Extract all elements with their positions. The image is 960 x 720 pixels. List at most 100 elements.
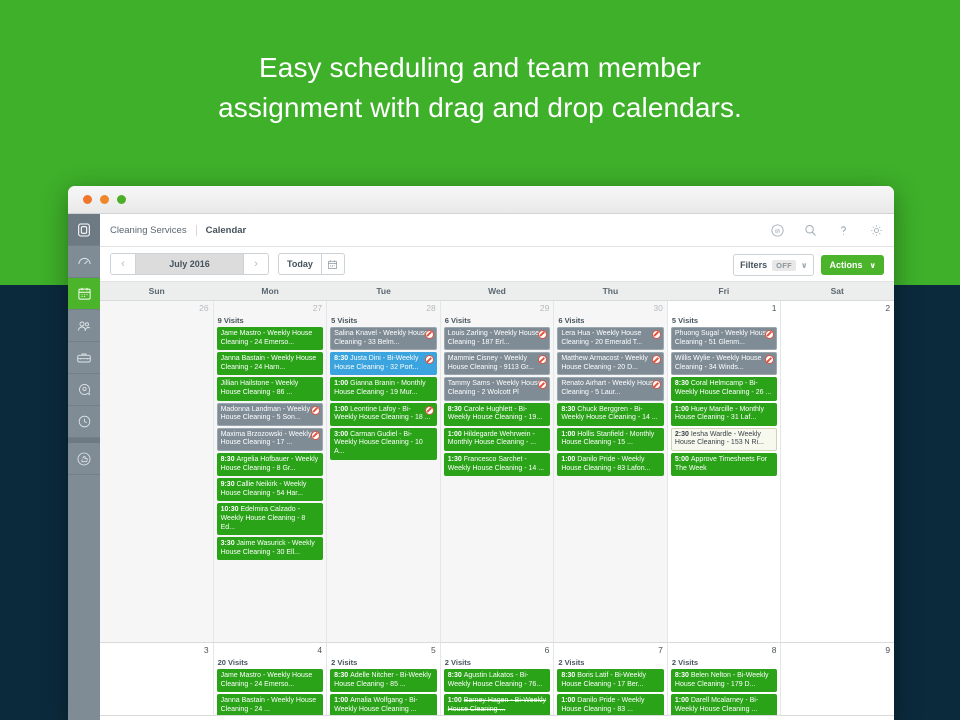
day-cell[interactable]: 8 2 Visits 8:30 Belen Nelton - Bi-Weekly H…	[667, 643, 782, 715]
calendar-event[interactable]: Jame Mastro - Weekly House Cleaning - 24…	[216, 327, 324, 351]
calendar-event[interactable]: 8:30 Chuck Berggren - Bi-Weekly House Cl…	[557, 402, 664, 426]
event-title: Madonna Landman - Weekly House Cleaning …	[220, 405, 310, 422]
calendar-event[interactable]: Madonna Landman - Weekly House Cleaning …	[216, 402, 324, 426]
filters-dropdown[interactable]: Filters OFF ∨	[733, 254, 815, 276]
visit-count-label: 2 Visits	[444, 658, 471, 667]
calendar-event[interactable]: 1:00 Gianna Branin - Monthly House Clean…	[330, 377, 437, 401]
day-cell[interactable]: 1 5 Visits Phuong Sugal - Weekly House Cle…	[667, 301, 782, 642]
calendar-event[interactable]: 1:00 Danilo Pride - Weekly House Cleanin…	[557, 694, 664, 715]
calendar-event[interactable]: Janna Bastain - Weekly House Cleaning - …	[216, 694, 324, 715]
calendar-event[interactable]: 8:30 Argelia Hofbauer - Weekly House Cle…	[216, 452, 324, 477]
calendar-event[interactable]: 2:30 Iesha Wardle - Weekly House Cleanin…	[670, 427, 778, 451]
visit-count-label: 6 Visits	[444, 316, 471, 325]
event-time: 3:00	[334, 430, 351, 438]
day-cell[interactable]: 5 2 Visits 8:30 Adelle Nitcher - Bi-Weekly…	[327, 643, 441, 715]
calendar-event[interactable]: Jillian Hailstone - Weekly House Cleanin…	[216, 377, 324, 401]
calendar-event[interactable]: 8:30 Boris Latif - Bi-Weekly House Clean…	[557, 669, 664, 693]
calendar-event[interactable]: 1:00 Hildegarde Wehrwein - Monthly House…	[443, 427, 551, 451]
day-cell[interactable]: 3	[100, 643, 214, 715]
calendar-event[interactable]: 8:30 Belen Nelton - Bi-Weekly House Clea…	[670, 669, 778, 693]
sidebar-item-reviews[interactable]	[68, 443, 100, 475]
event-time: 8:30	[674, 672, 691, 679]
window-minimize-button[interactable]	[100, 195, 109, 204]
day-cell[interactable]: 6 2 Visits 8:30 Agustin Lakatos - Bi-Weekl…	[440, 643, 555, 715]
calendar-event[interactable]: Renato Airhart - Weekly House Cleaning -…	[557, 377, 664, 401]
day-cell[interactable]: 7 2 Visits 8:30 Boris Latif - Bi-Weekly Ho…	[554, 643, 668, 715]
chevron-down-icon: ∨	[869, 260, 877, 270]
sidebar-item-calendar[interactable]	[68, 278, 100, 310]
sidebar-item-logo[interactable]	[68, 214, 100, 246]
headline-line-1: Easy scheduling and team member	[259, 52, 701, 83]
sidebar-item-time-tracking[interactable]	[68, 406, 100, 438]
search-icon[interactable]	[803, 223, 818, 238]
breadcrumb-page[interactable]: Calendar	[197, 225, 247, 236]
calendar-event[interactable]: 8:30 Agustin Lakatos - Bi-Weekly House C…	[443, 669, 551, 693]
event-time: 8:30	[561, 405, 578, 413]
day-number: 4	[317, 645, 323, 655]
app-window: Cleaning Services Calendar qb ‹ July 201…	[68, 186, 894, 720]
sidebar-item-customers[interactable]	[68, 310, 100, 342]
day-cell[interactable]: 27 9 Visits Jame Mastro - Weekly House Cle…	[213, 301, 328, 642]
window-close-button[interactable]	[83, 195, 92, 204]
calendar-event[interactable]: 3:00 Carman Gudiel - Bi-Weekly House Cle…	[330, 427, 437, 460]
day-cell[interactable]: 2	[781, 301, 894, 642]
event-title: Renato Airhart - Weekly House Cleaning -…	[561, 380, 658, 396]
calendar-event[interactable]: Willis Wylie - Weekly House Cleaning - 3…	[670, 352, 778, 376]
quickbooks-icon[interactable]: qb	[770, 223, 785, 238]
day-cell[interactable]: 29 6 Visits Louis Zarling - Weekly House C…	[440, 301, 555, 642]
calendar-event[interactable]: 1:00 Amalia Wolfgang - Bi-Weekly House C…	[330, 694, 437, 715]
sidebar-item-messages[interactable]	[68, 374, 100, 406]
calendar-event[interactable]: 8:30 Coral Helmcamp - Bi-Weekly House Cl…	[670, 377, 778, 401]
day-number: 9	[885, 645, 891, 655]
current-period-label[interactable]: July 2016	[135, 254, 244, 274]
calendar-event[interactable]: 1:00 Hollis Stanfield - Monthly House Cl…	[557, 427, 664, 451]
calendar-event[interactable]: Phuong Sugal - Weekly House Cleaning - 5…	[670, 327, 778, 351]
next-period-button[interactable]: ›	[244, 254, 268, 274]
event-time: 1:00	[334, 697, 351, 705]
calendar-event[interactable]: 8:30 Justa Dini - Bi-Weekly House Cleani…	[330, 352, 437, 376]
day-number: 1	[771, 303, 777, 313]
day-cell[interactable]: 26	[100, 301, 214, 642]
calendar-toolbar: ‹ July 2016 › Today Filters OFF ∨ Action…	[100, 247, 894, 282]
calendar-event[interactable]: Salina Knavel - Weekly House Cleaning - …	[330, 327, 437, 351]
calendar-event[interactable]: 5:00 Approve Timesheets For The Week	[670, 452, 778, 477]
day-cell[interactable]: 28 5 Visits Salina Knavel - Weekly House C…	[327, 301, 441, 642]
day-cell[interactable]: 4 20 Visits Jame Mastro - Weekly House Cle…	[213, 643, 328, 715]
calendar-picker-icon[interactable]	[321, 253, 345, 275]
actions-button[interactable]: Actions ∨	[821, 255, 884, 275]
settings-gear-icon[interactable]	[869, 223, 884, 238]
calendar-event[interactable]: Louis Zarling - Weekly House Cleaning - …	[443, 327, 551, 351]
day-cell[interactable]: 9	[781, 643, 894, 715]
sidebar-item-jobs[interactable]	[68, 342, 100, 374]
calendar-event[interactable]: 1:00 Danilo Pride - Weekly House Cleanin…	[557, 452, 664, 477]
calendar-event[interactable]: Janna Bastain - Weekly House Cleaning - …	[216, 352, 324, 376]
calendar-event[interactable]: Maxima Brzozowski - Weekly House Cleanin…	[216, 427, 324, 451]
calendar-event[interactable]: Matthew Armacost - Weekly House Cleaning…	[557, 352, 664, 376]
prev-period-button[interactable]: ‹	[111, 254, 135, 274]
today-button[interactable]: Today	[278, 253, 322, 275]
sidebar-item-dashboard[interactable]	[68, 246, 100, 278]
help-icon[interactable]	[836, 223, 851, 238]
calendar-event[interactable]: Mammie Cisney - Weekly House Cleaning - …	[443, 352, 551, 376]
calendar-event[interactable]: 1:00 Huey Marcille - Monthly House Clean…	[670, 402, 778, 426]
calendar-event[interactable]: 8:30 Adelle Nitcher - Bi-Weekly House Cl…	[330, 669, 437, 693]
unassigned-warning-icon	[424, 330, 434, 339]
calendar-event[interactable]: Tammy Sams - Weekly House Cleaning - 2 W…	[443, 377, 551, 401]
calendar-event[interactable]: 9:30 Callie Neikirk - Weekly House Clean…	[216, 478, 324, 502]
calendar-event[interactable]: Jame Mastro - Weekly House Cleaning - 24…	[216, 669, 324, 693]
calendar-event[interactable]: Lera Hua - Weekly House Cleaning - 20 Em…	[557, 327, 664, 351]
calendar-event[interactable]: 1:00 Darell Mcalarney - Bi-Weekly House …	[670, 694, 778, 715]
calendar-event[interactable]: 10:30 Edelmira Calzado - Weekly House Cl…	[216, 503, 324, 536]
window-titlebar	[68, 186, 894, 214]
event-list	[781, 314, 894, 642]
calendar-event[interactable]: 1:00 Leontine Lafoy - Bi-Weekly House Cl…	[330, 402, 437, 426]
day-header-tue: Tue	[376, 286, 391, 296]
event-list: Jame Mastro - Weekly House Cleaning - 24…	[214, 327, 327, 642]
calendar-event[interactable]: 1:30 Francesco Sarchet - Weekly House Cl…	[443, 452, 551, 477]
calendar-event[interactable]: 8:30 Carole Hughlett - Bi-Weekly House C…	[443, 402, 551, 426]
day-cell[interactable]: 30 6 Visits Lera Hua - Weekly House Cleani…	[554, 301, 668, 642]
calendar-event[interactable]: 1:00 Barney Hagen - Bi-Weekly House Clea…	[443, 694, 551, 715]
window-zoom-button[interactable]	[117, 195, 126, 204]
breadcrumb-app[interactable]: Cleaning Services	[110, 224, 197, 236]
calendar-event[interactable]: 3:30 Jaime Wasurick - Weekly House Clean…	[216, 537, 324, 561]
